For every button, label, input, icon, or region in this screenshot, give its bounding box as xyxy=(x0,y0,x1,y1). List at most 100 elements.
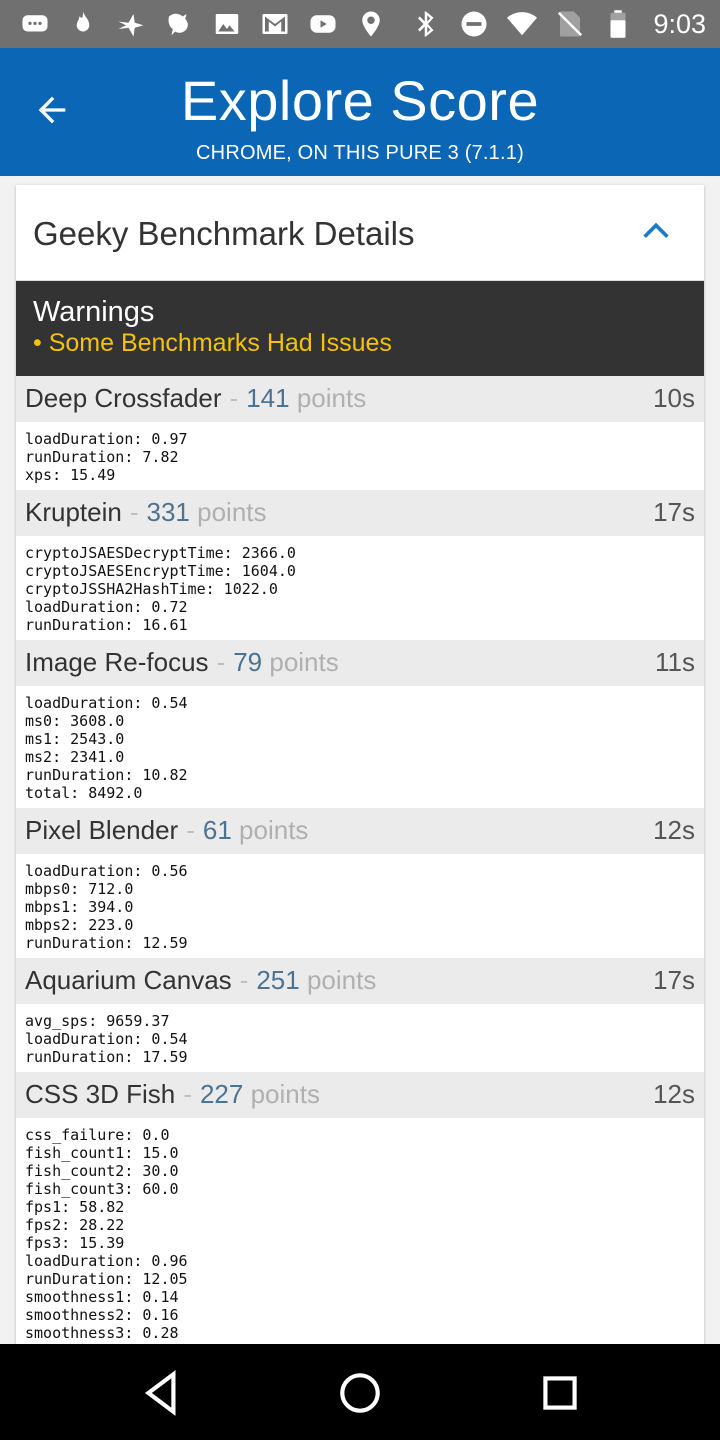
home-nav-icon xyxy=(340,1373,380,1413)
benchmark-header: CSS 3D Fish -227 points 12s xyxy=(16,1072,704,1118)
benchmark-name: Kruptein xyxy=(25,497,122,527)
benchmark-name: CSS 3D Fish xyxy=(25,1079,176,1109)
nav-back-button[interactable] xyxy=(138,1368,188,1418)
card-title: Geeky Benchmark Details xyxy=(33,215,415,252)
benchmark-details-card: Geeky Benchmark Details Warnings • Some … xyxy=(16,185,704,1344)
benchmark-duration: 17s xyxy=(653,965,695,995)
metric-line: fish_count3: 60.0 xyxy=(25,1180,179,1198)
warning-item: • Some Benchmarks Had Issues xyxy=(33,329,392,357)
metric-line: loadDuration: 0.96 xyxy=(25,1252,188,1270)
benchmark-duration: 10s xyxy=(653,383,695,413)
metric-line: loadDuration: 0.54 xyxy=(25,694,188,712)
metric-line: fps3: 15.39 xyxy=(25,1234,125,1252)
back-nav-icon xyxy=(144,1370,176,1416)
metric-line: cryptoJSSHA2HashTime: 1022.0 xyxy=(25,580,278,598)
separator: - xyxy=(239,965,249,995)
separator: - xyxy=(216,647,226,677)
page-subtitle: CHROME, ON THIS PURE 3 (7.1.1) xyxy=(196,142,524,164)
warnings-panel: Warnings • Some Benchmarks Had Issues xyxy=(16,281,704,376)
image-icon xyxy=(210,7,244,41)
points-label: points xyxy=(306,965,377,995)
metric-line: fps1: 58.82 xyxy=(25,1198,125,1216)
metric-line: cryptoJSAESDecryptTime: 2366.0 xyxy=(25,544,296,562)
benchmark-title: Deep Crossfader -141 points xyxy=(25,383,366,414)
metric-line: runDuration: 7.82 xyxy=(25,448,179,466)
metric-line: cryptoJSAESEncryptTime: 1604.0 xyxy=(25,562,296,580)
metric-line: loadDuration: 0.72 xyxy=(25,598,188,616)
status-bar: 9:03 xyxy=(0,0,720,48)
benchmark-points: 251 xyxy=(256,965,300,995)
benchmark-header: Kruptein -331 points 17s xyxy=(16,490,704,536)
metric-line: runDuration: 12.59 xyxy=(25,934,188,952)
benchmark-metrics: loadDuration: 0.56 mbps0: 712.0 mbps1: 394… xyxy=(16,854,704,958)
do-not-disturb-icon xyxy=(457,7,491,41)
messages-icon xyxy=(18,7,52,41)
recents-nav-icon xyxy=(543,1376,577,1410)
metric-line: fps2: 28.22 xyxy=(25,1216,125,1234)
fire-icon xyxy=(66,7,100,41)
benchmark-header: Deep Crossfader -141 points 10s xyxy=(16,376,704,422)
metric-line: ms1: 2543.0 xyxy=(25,730,125,748)
metric-line: runDuration: 16.61 xyxy=(25,616,188,634)
content-scroll-area[interactable]: Geeky Benchmark Details Warnings • Some … xyxy=(0,176,720,1344)
benchmark-title: Aquarium Canvas -251 points xyxy=(25,965,376,996)
benchmark-points: 227 xyxy=(199,1079,244,1109)
metric-line: mbps2: 223.0 xyxy=(25,916,134,934)
benchmark-name: Image Re-focus xyxy=(25,647,209,677)
wifi-icon xyxy=(505,7,539,41)
notification-icons xyxy=(18,0,388,48)
metric-line: mbps0: 712.0 xyxy=(25,880,134,898)
points-label: points xyxy=(197,497,267,527)
collapse-button[interactable] xyxy=(632,207,680,255)
metric-line: smoothness1: 0.14 xyxy=(25,1288,179,1306)
metric-line: loadDuration: 0.56 xyxy=(25,862,188,880)
metric-line: fish_count1: 15.0 xyxy=(25,1144,179,1162)
navigation-bar xyxy=(0,1344,720,1440)
benchmark-metrics: loadDuration: 0.54 ms0: 3608.0 ms1: 2543.0… xyxy=(16,686,704,808)
benchmark-duration: 17s xyxy=(653,497,695,527)
card-header[interactable]: Geeky Benchmark Details xyxy=(16,185,704,281)
nav-home-button[interactable] xyxy=(335,1368,385,1418)
benchmark-header: Aquarium Canvas -251 points 17s xyxy=(16,958,704,1004)
benchmark-duration: 11s xyxy=(655,647,695,677)
benchmark-duration: 12s xyxy=(653,815,695,845)
metric-line: smoothness2: 0.16 xyxy=(25,1306,179,1324)
metric-line: loadDuration: 0.54 xyxy=(25,1030,188,1048)
benchmark-title: Image Re-focus -79 points xyxy=(25,647,339,678)
youtube-icon xyxy=(306,7,340,41)
dragon-icon xyxy=(162,7,196,41)
nav-recents-button[interactable] xyxy=(535,1368,585,1418)
benchmark-metrics: css_failure: 0.0 fish_count1: 15.0 fish_co… xyxy=(16,1118,704,1344)
benchmark-title: CSS 3D Fish -227 points xyxy=(25,1079,320,1110)
location-icon xyxy=(354,7,388,41)
metric-line: smoothness3: 0.28 xyxy=(25,1324,179,1342)
benchmark-header: Image Re-focus -79 points 11s xyxy=(16,640,704,686)
separator: - xyxy=(186,815,195,845)
metric-line: fish_count2: 30.0 xyxy=(25,1162,179,1180)
separator: - xyxy=(229,383,239,413)
points-label: points xyxy=(296,383,367,413)
metric-line: loadDuration: 0.97 xyxy=(25,430,188,448)
metric-line: ms2: 2341.0 xyxy=(25,748,125,766)
app-bar: Explore Score CHROME, ON THIS PURE 3 (7.… xyxy=(0,48,720,176)
separator: - xyxy=(183,1079,192,1109)
metric-line: xps: 15.49 xyxy=(25,466,116,484)
benchmark-title: Pixel Blender -61 points xyxy=(25,815,308,846)
benchmark-name: Aquarium Canvas xyxy=(25,965,232,995)
benchmark-metrics: avg_sps: 9659.37 loadDuration: 0.54 runDur… xyxy=(16,1004,704,1072)
points-label: points xyxy=(250,1079,320,1109)
points-label: points xyxy=(239,815,309,845)
gmail-icon xyxy=(258,7,292,41)
benchmark-points: 141 xyxy=(246,383,290,413)
metric-line: ms0: 3608.0 xyxy=(25,712,125,730)
system-icons: 9:03 xyxy=(409,0,706,48)
benchmark-duration: 12s xyxy=(653,1079,695,1109)
bird-icon xyxy=(114,7,148,41)
metric-line: avg_sps: 9659.37 xyxy=(25,1012,170,1030)
no-sim-icon xyxy=(553,7,587,41)
benchmark-title: Kruptein -331 points xyxy=(25,497,267,528)
metric-line: runDuration: 12.05 xyxy=(25,1270,188,1288)
page-title: Explore Score xyxy=(180,69,540,132)
battery-icon xyxy=(601,7,635,41)
benchmark-points: 79 xyxy=(233,647,263,677)
